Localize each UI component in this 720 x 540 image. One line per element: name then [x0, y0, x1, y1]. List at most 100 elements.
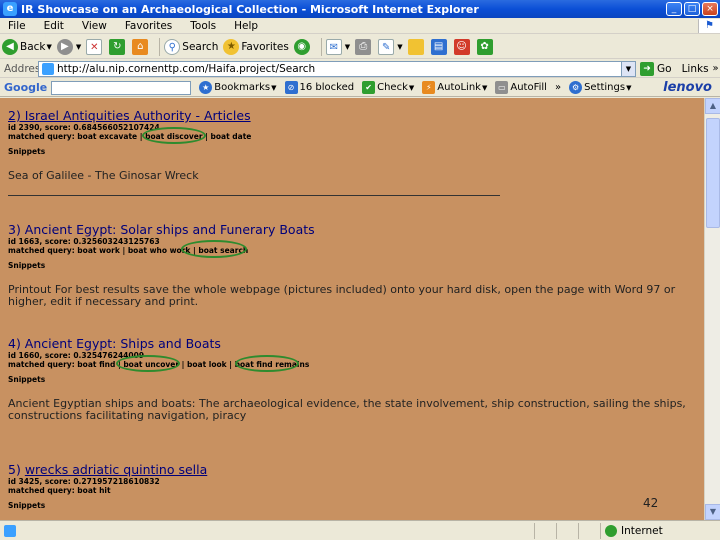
result-meta: id 1663, score: 0.325603243125763	[8, 237, 160, 246]
snippets-label: Snippets	[8, 147, 46, 156]
research-icon: ▤	[430, 38, 447, 55]
address-input[interactable]: http://alu.nip.cornenttp.com/Haifa.proje…	[38, 60, 636, 77]
bookmarks-button[interactable]: ★ Bookmarks ▼	[199, 81, 277, 94]
stop-button[interactable]: ✕	[86, 38, 104, 55]
status-bar: Internet	[0, 520, 720, 540]
menu-help[interactable]: Help	[234, 20, 258, 32]
menu-edit[interactable]: Edit	[44, 20, 64, 32]
maximize-button[interactable]: □	[684, 2, 700, 16]
search-button[interactable]: ⚲ Search	[164, 38, 218, 55]
links-chevron-icon[interactable]: »	[713, 63, 719, 74]
bookmark-star-icon: ★	[199, 81, 213, 94]
links-button[interactable]: Links	[682, 63, 709, 75]
go-label: Go	[657, 62, 672, 75]
go-arrow-icon: ➜	[640, 61, 654, 76]
messenger-button[interactable]: ☺	[453, 38, 472, 55]
result-snippet: Ancient Egyptian ships and boats: The ar…	[8, 397, 686, 422]
security-zone: Internet	[600, 522, 720, 539]
scroll-up-arrow-icon[interactable]: ▲	[705, 98, 720, 114]
print-button[interactable]: ⎙	[355, 38, 373, 55]
note-icon	[407, 38, 424, 55]
annotation-circle	[235, 355, 299, 372]
back-button[interactable]: ◀ Back ▼	[2, 38, 52, 55]
google-search-input[interactable]	[51, 80, 192, 95]
result-title-link[interactable]: wrecks adriatic quintino sella	[25, 462, 207, 477]
go-button[interactable]: ➜ Go	[640, 61, 672, 76]
settings-dropdown-icon: ▼	[626, 83, 632, 92]
matched-query: matched query: boat hit	[8, 486, 111, 495]
home-icon: ⌂	[132, 38, 149, 55]
favorites-button[interactable]: ★ Favorites	[223, 38, 289, 55]
edit-dropdown-icon[interactable]: ▼	[397, 43, 402, 51]
refresh-button[interactable]: ↻	[109, 38, 127, 55]
annotation-circle	[142, 127, 206, 144]
menu-file[interactable]: File	[8, 20, 26, 32]
snippets-label: Snippets	[8, 501, 46, 510]
menu-tools[interactable]: Tools	[190, 20, 216, 32]
result-meta: id 1660, score: 0.325476244009	[8, 351, 145, 360]
slide-number: 42	[643, 496, 659, 510]
autolink-button[interactable]: ⚡ AutoLink ▼	[422, 81, 487, 94]
research-button[interactable]: ▤	[430, 38, 449, 55]
google-logo[interactable]: Google	[4, 81, 47, 94]
autolink-dropdown-icon: ▼	[481, 83, 488, 92]
standard-toolbar: ◀ Back ▼ ▶ ▼ ✕ ↻ ⌂ ⚲ Search ★ Favorites …	[0, 35, 720, 59]
result-title[interactable]: 2) Israel Antiquities Authority - Articl…	[8, 108, 698, 123]
result-title[interactable]: 5) wrecks adriatic quintino sella	[8, 462, 698, 477]
search-result: 4) Ancient Egypt: Ships and Boats id 166…	[8, 336, 698, 422]
page-icon	[42, 62, 54, 75]
result-snippet: Sea of Galilee - The Ginosar Wreck	[8, 169, 199, 182]
mail-dropdown-icon[interactable]: ▼	[345, 43, 350, 51]
forward-dropdown-icon[interactable]: ▼	[76, 43, 81, 51]
mail-icon: ✉	[325, 38, 342, 55]
stop-icon: ✕	[86, 38, 103, 55]
scroll-down-arrow-icon[interactable]: ▼	[705, 504, 720, 520]
settings-label: Settings	[584, 82, 626, 93]
mail-button[interactable]: ✉ ▼	[325, 38, 350, 55]
result-meta: id 2390, score: 0.684566052107424	[8, 123, 160, 132]
home-button[interactable]: ⌂	[132, 38, 150, 55]
result-divider	[8, 195, 500, 196]
page-status-icon	[4, 524, 16, 537]
snippets-label: Snippets	[8, 261, 46, 270]
page-content: 2) Israel Antiquities Authority - Articl…	[0, 98, 704, 520]
annotation-circle	[181, 240, 247, 258]
toolbar-overflow-chevron-icon[interactable]: »	[555, 82, 561, 93]
google-toolbar: Google ★ Bookmarks ▼ ⊘ 16 blocked ✔ Chec…	[0, 79, 720, 97]
close-button[interactable]: ×	[702, 2, 718, 16]
forward-arrow-icon: ▶	[56, 38, 73, 55]
notes-button[interactable]	[407, 38, 426, 55]
snippets-label: Snippets	[8, 375, 46, 384]
check-dropdown-icon: ▼	[408, 83, 415, 92]
menu-favorites[interactable]: Favorites	[125, 20, 172, 32]
search-icon: ⚲	[164, 38, 181, 55]
address-url[interactable]: http://alu.nip.cornenttp.com/Haifa.proje…	[57, 63, 621, 75]
matched-query: matched query: boat work | boat who work…	[8, 246, 249, 255]
back-arrow-icon: ◀	[2, 38, 18, 55]
result-title: 4) Ancient Egypt: Ships and Boats	[8, 336, 221, 351]
window-title: IR Showcase on an Archaeological Collect…	[21, 2, 479, 16]
status-pane	[578, 522, 600, 539]
tools-button[interactable]: ✿	[476, 38, 495, 55]
autofill-label: AutoFill	[510, 82, 547, 93]
address-dropdown-icon[interactable]: ▼	[621, 61, 635, 76]
forward-button[interactable]: ▶ ▼	[56, 38, 81, 55]
popup-blocker-button[interactable]: ⊘ 16 blocked	[284, 81, 355, 94]
edit-button[interactable]: ✎ ▼	[378, 38, 403, 55]
back-dropdown-icon[interactable]: ▼	[47, 43, 52, 51]
media-button[interactable]: ◉	[293, 38, 312, 55]
minimize-button[interactable]: _	[666, 2, 682, 16]
menu-view[interactable]: View	[82, 20, 107, 32]
media-icon: ◉	[293, 38, 310, 55]
result-number: 5)	[8, 462, 25, 477]
spell-check-button[interactable]: ✔ Check ▼	[362, 81, 414, 94]
favorites-star-icon: ★	[223, 38, 240, 55]
scrollbar-thumb[interactable]	[706, 118, 720, 228]
result-title-link[interactable]: 2) Israel Antiquities Authority - Articl…	[8, 108, 251, 123]
autofill-button[interactable]: ▭ AutoFill	[495, 81, 547, 94]
check-icon: ✔	[362, 81, 376, 94]
vertical-scrollbar[interactable]: ▲ ▼	[704, 98, 720, 520]
result-title: 3) Ancient Egypt: Solar ships and Funera…	[8, 222, 315, 237]
blocked-count: 16 blocked	[299, 82, 355, 93]
settings-button[interactable]: ⚙ Settings ▼	[569, 81, 631, 94]
